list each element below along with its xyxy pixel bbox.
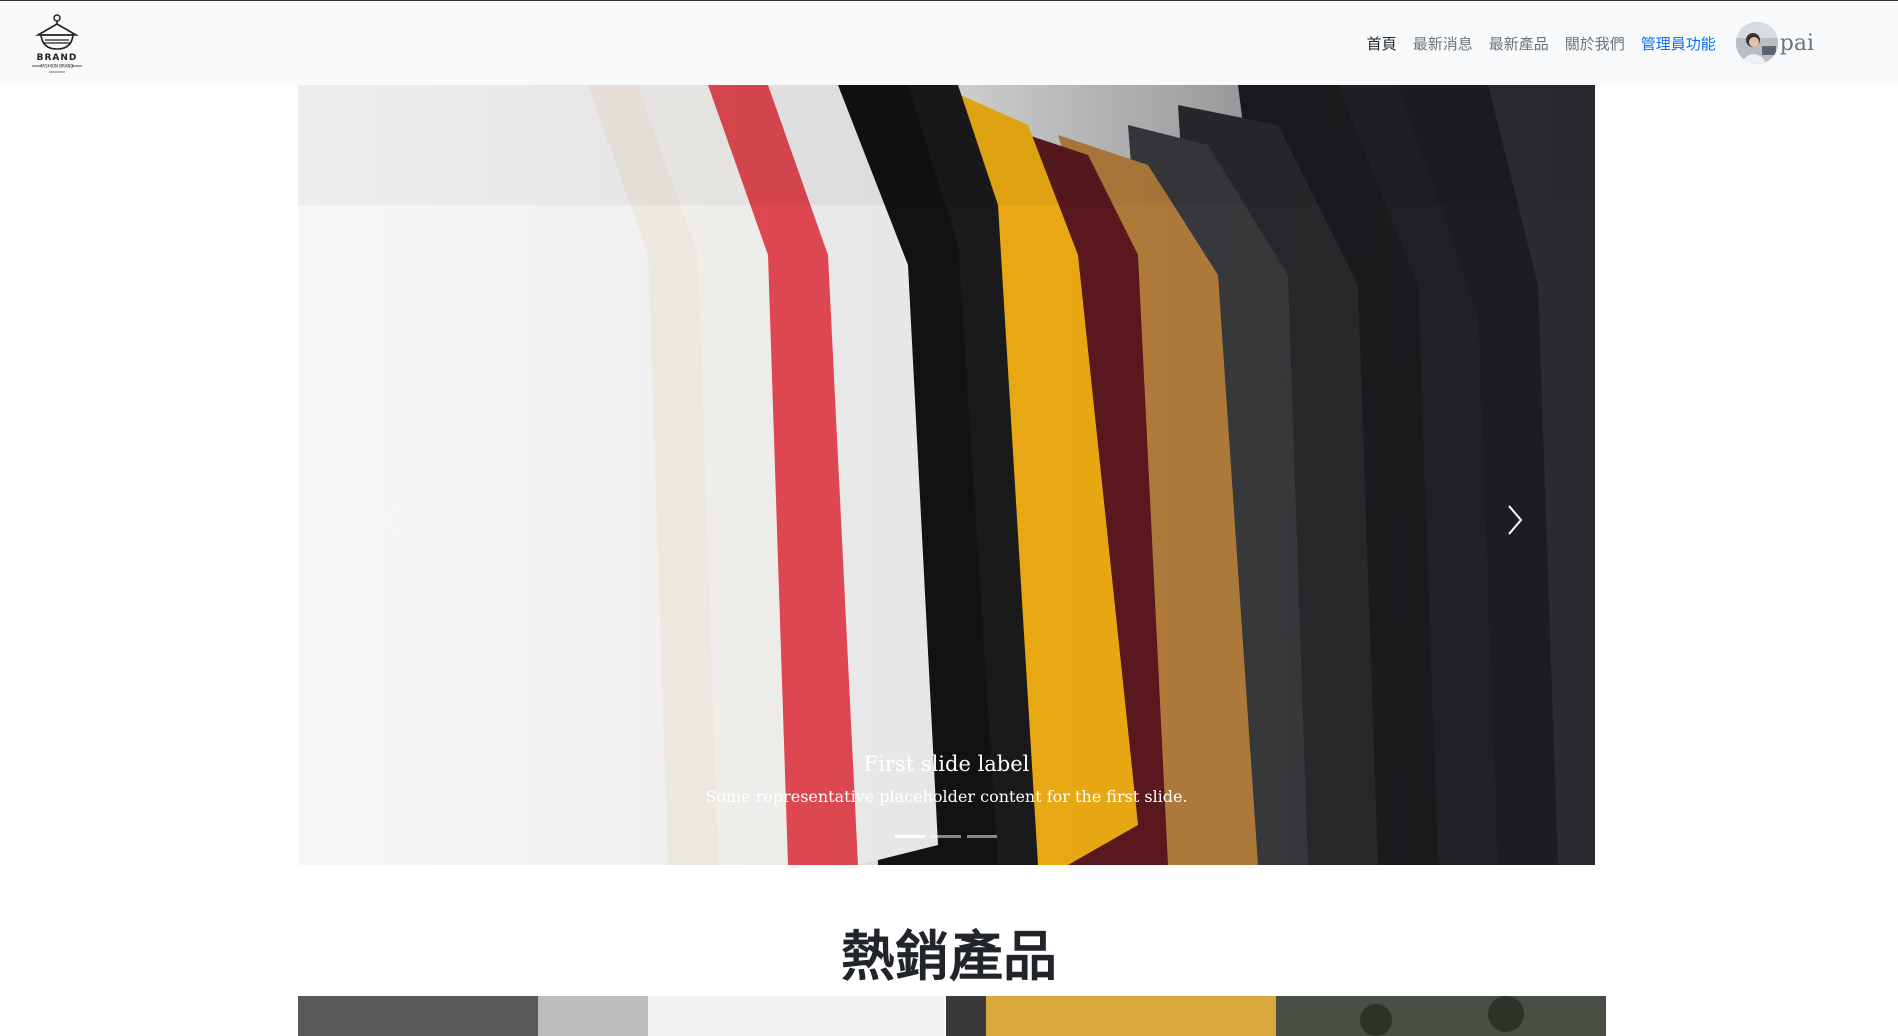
carousel-prev-button[interactable] [368, 485, 418, 555]
nav-link-news[interactable]: 最新消息 [1405, 33, 1481, 54]
main-nav: 首頁 最新消息 最新產品 關於我們 管理員功能 pai [1359, 1, 1814, 85]
carousel-next-button[interactable] [1490, 485, 1540, 555]
product-photo [298, 996, 944, 1036]
carousel-indicator-2[interactable] [931, 835, 961, 838]
user-menu[interactable]: pai [1735, 22, 1814, 64]
logo-subtext: FASHION BRAND [41, 64, 74, 69]
nav-link-admin[interactable]: 管理員功能 [1633, 33, 1724, 54]
navbar: BRAND FASHION BRAND 首頁 最新消息 最新產品 關於我們 管理… [0, 1, 1898, 85]
avatar [1735, 22, 1778, 64]
product-card-image[interactable] [298, 996, 944, 1036]
hero-carousel: First slide label Some representative pl… [298, 85, 1595, 865]
nav-link-home[interactable]: 首頁 [1359, 33, 1405, 54]
brand-logo[interactable]: BRAND FASHION BRAND [28, 13, 86, 75]
product-card-image[interactable] [946, 996, 1606, 1036]
chevron-left-icon [385, 505, 400, 535]
slide-caption-text: Some representative placeholder content … [705, 787, 1188, 806]
clothing-rack-image [298, 85, 1595, 865]
hanger-logo-icon: BRAND FASHION BRAND [32, 14, 82, 73]
carousel-indicator-1[interactable] [895, 835, 925, 838]
nav-link-products[interactable]: 最新產品 [1481, 33, 1557, 54]
nav-link-about[interactable]: 關於我們 [1557, 33, 1633, 54]
logo-text: BRAND [37, 53, 78, 63]
slide-caption-title: First slide label [863, 752, 1030, 776]
product-photo [946, 996, 1606, 1036]
section-title: 熱銷產品 [841, 925, 1057, 988]
chevron-right-icon [1508, 505, 1523, 535]
carousel-indicators [895, 835, 997, 838]
carousel-indicator-3[interactable] [967, 835, 997, 838]
username: pai [1779, 30, 1814, 56]
